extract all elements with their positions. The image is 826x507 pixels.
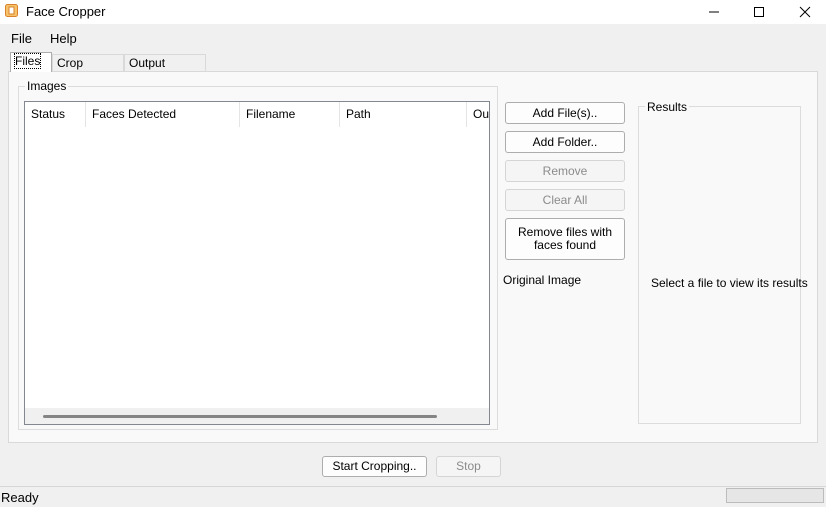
column-header-status[interactable]: Status xyxy=(25,102,86,127)
clear-all-button[interactable]: Clear All xyxy=(505,189,625,211)
menu-file[interactable]: File xyxy=(11,31,32,46)
results-group-label: Results xyxy=(645,100,690,114)
close-icon xyxy=(799,6,811,18)
remove-files-with-faces-button[interactable]: Remove files with faces found xyxy=(505,218,625,260)
status-bar: Ready xyxy=(0,486,826,507)
images-list[interactable]: Status Faces Detected Filename Path Ou xyxy=(24,101,490,425)
column-header-filename[interactable]: Filename xyxy=(240,102,340,127)
column-header-path[interactable]: Path xyxy=(340,102,467,127)
title-bar: Face Cropper xyxy=(0,0,826,24)
progress-bar xyxy=(726,488,824,503)
add-folder-button[interactable]: Add Folder.. xyxy=(505,131,625,153)
window-title: Face Cropper xyxy=(26,4,106,19)
close-button[interactable] xyxy=(782,0,826,24)
tab-crop-options[interactable]: Crop Options xyxy=(52,54,124,87)
add-files-button[interactable]: Add File(s).. xyxy=(505,102,625,124)
results-groupbox xyxy=(638,106,801,424)
tab-files-label: Files xyxy=(13,53,42,69)
horizontal-scrollbar[interactable] xyxy=(25,408,489,424)
tab-strip: Files Crop Options Output Options xyxy=(0,52,826,87)
maximize-icon xyxy=(754,7,764,17)
maximize-button[interactable] xyxy=(736,0,782,24)
original-image-label: Original Image xyxy=(503,273,582,287)
remove-files-with-faces-label-line2: faces found xyxy=(533,238,597,252)
minimize-button[interactable] xyxy=(691,0,737,24)
stop-button[interactable]: Stop xyxy=(436,456,501,477)
column-header-faces-detected[interactable]: Faces Detected xyxy=(86,102,240,127)
scrollbar-thumb[interactable] xyxy=(43,415,437,418)
minimize-icon xyxy=(709,11,719,13)
status-text: Ready xyxy=(1,490,39,505)
tab-output-options[interactable]: Output Options xyxy=(124,54,206,87)
menu-help[interactable]: Help xyxy=(50,31,77,46)
app-icon xyxy=(5,4,18,17)
results-placeholder-text: Select a file to view its results xyxy=(651,276,808,290)
column-header-output[interactable]: Ou xyxy=(467,102,489,127)
tab-files[interactable]: Files xyxy=(10,52,52,72)
start-cropping-button[interactable]: Start Cropping.. xyxy=(322,456,427,477)
menu-bar: File Help xyxy=(0,28,826,50)
remove-button[interactable]: Remove xyxy=(505,160,625,182)
images-group-label: Images xyxy=(25,79,69,93)
